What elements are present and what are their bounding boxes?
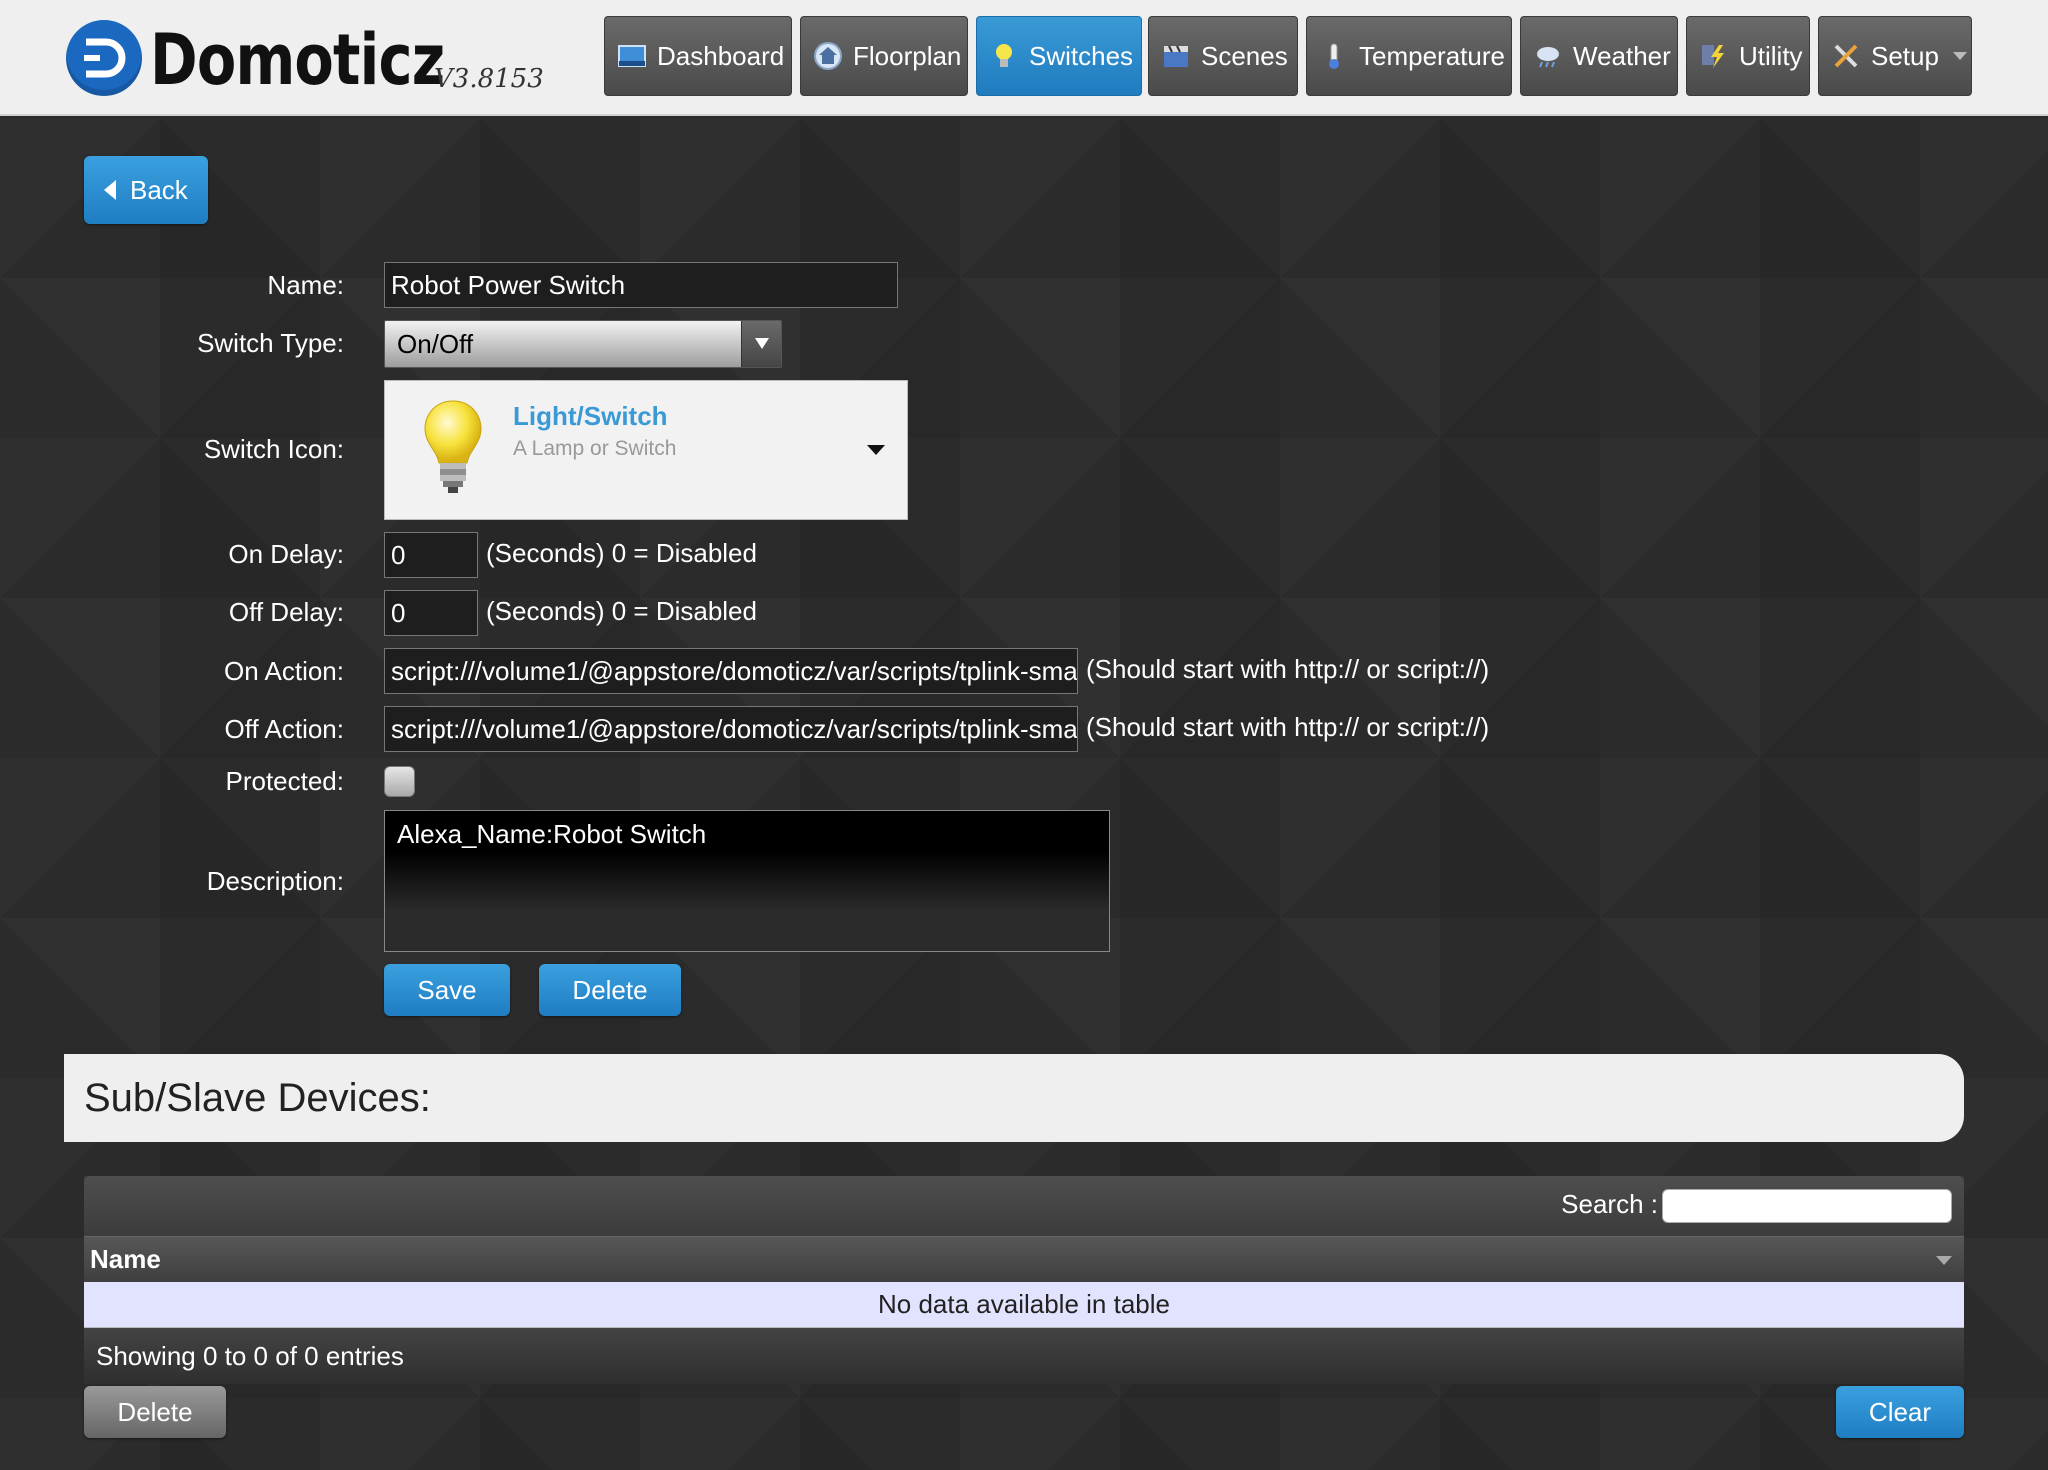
on-delay-label: On Delay: (228, 539, 344, 569)
thermometer-icon (1319, 41, 1349, 71)
switch-icon-label: Switch Icon: (203, 434, 344, 464)
cloud-rain-icon (1533, 41, 1563, 71)
nav-dashboard-label: Dashboard (657, 40, 785, 71)
sort-icon (1936, 1256, 1952, 1265)
nav-floorplan-label: Floorplan (853, 40, 962, 71)
nav-floorplan[interactable]: Floorplan (800, 16, 968, 96)
nav-setup-label: Setup (1871, 40, 1939, 71)
select-arrow-icon (741, 321, 781, 367)
nav-dashboard[interactable]: Dashboard (604, 16, 792, 96)
delete-button[interactable]: Delete (539, 964, 681, 1016)
domoticz-logo-icon (66, 20, 142, 96)
search-label: Search : (1561, 1189, 1658, 1219)
nav-utility[interactable]: Utility (1686, 16, 1810, 96)
caret-down-icon (867, 445, 885, 455)
nav-utility-label: Utility (1739, 40, 1803, 71)
protected-checkbox[interactable] (384, 766, 415, 797)
clear-button[interactable]: Clear (1836, 1386, 1964, 1438)
nav-scenes[interactable]: Scenes (1148, 16, 1298, 96)
subdevices-table: Search : Name No data available in table… (84, 1176, 1964, 1384)
switch-icon-picker[interactable]: Light/Switch A Lamp or Switch (384, 380, 908, 520)
off-action-input[interactable]: script:///volume1/@appstore/domoticz/var… (384, 706, 1078, 752)
lightning-icon (1699, 41, 1729, 71)
back-button-label: Back (130, 174, 188, 205)
subdevice-delete-button[interactable]: Delete (84, 1386, 226, 1438)
floorplan-icon (813, 41, 843, 71)
subdevices-title: Sub/Slave Devices: (84, 1076, 431, 1120)
off-delay-label: Off Delay: (228, 597, 344, 627)
switch-type-label: Switch Type: (197, 328, 344, 358)
top-header: Domoticz V3.8153 Dashboard Floorplan Swi… (0, 0, 2048, 116)
on-action-hint: (Should start with http:// or script://) (1086, 654, 1490, 684)
off-action-label: Off Action: (224, 714, 344, 744)
name-label: Name: (267, 270, 344, 300)
logo-text: Domoticz (150, 19, 445, 101)
save-button[interactable]: Save (384, 964, 510, 1016)
column-header-name-label: Name (90, 1244, 161, 1274)
version-label: V3.8153 (434, 64, 544, 94)
table-info: Showing 0 to 0 of 0 entries (84, 1328, 1964, 1384)
switch-icon-title: Light/Switch (513, 401, 668, 431)
nav-switches[interactable]: Switches (976, 16, 1142, 96)
off-action-hint: (Should start with http:// or script://) (1086, 712, 1490, 742)
nav-weather[interactable]: Weather (1520, 16, 1678, 96)
nav-switches-label: Switches (1029, 40, 1134, 71)
protected-label: Protected: (225, 766, 344, 796)
lightbulb-icon (424, 400, 482, 493)
nav-scenes-label: Scenes (1201, 40, 1288, 71)
table-toolbar: Search : (84, 1176, 1964, 1236)
empty-table-row: No data available in table (84, 1282, 1964, 1328)
arrow-left-icon (104, 180, 116, 200)
description-textarea[interactable]: Alexa_Name:Robot Switch (384, 810, 1110, 952)
clapperboard-icon (1161, 41, 1191, 71)
switch-type-value: On/Off (397, 328, 474, 359)
on-action-label: On Action: (224, 656, 344, 686)
name-input[interactable]: Robot Power Switch (384, 262, 898, 308)
on-delay-hint: (Seconds) 0 = Disabled (486, 538, 757, 568)
dashboard-icon (617, 41, 647, 71)
off-delay-input[interactable]: 0 (384, 590, 478, 636)
nav-weather-label: Weather (1573, 40, 1671, 71)
column-header-name[interactable]: Name (84, 1236, 1964, 1282)
on-action-input[interactable]: script:///volume1/@appstore/domoticz/var… (384, 648, 1078, 694)
subdevices-header: Sub/Slave Devices: (64, 1054, 1964, 1142)
description-label: Description: (206, 866, 344, 896)
nav-setup[interactable]: Setup (1818, 16, 1972, 96)
search-input[interactable] (1662, 1189, 1952, 1223)
tools-icon (1831, 41, 1861, 71)
on-delay-input[interactable]: 0 (384, 532, 478, 578)
switch-icon-subtitle: A Lamp or Switch (513, 437, 677, 460)
switch-type-select[interactable]: On/Off (384, 320, 782, 368)
back-button[interactable]: Back (84, 156, 208, 224)
chevron-down-icon (1952, 52, 1967, 60)
nav-temperature[interactable]: Temperature (1306, 16, 1512, 96)
lightbulb-icon (989, 41, 1019, 71)
nav-temperature-label: Temperature (1359, 40, 1505, 71)
off-delay-hint: (Seconds) 0 = Disabled (486, 596, 757, 626)
